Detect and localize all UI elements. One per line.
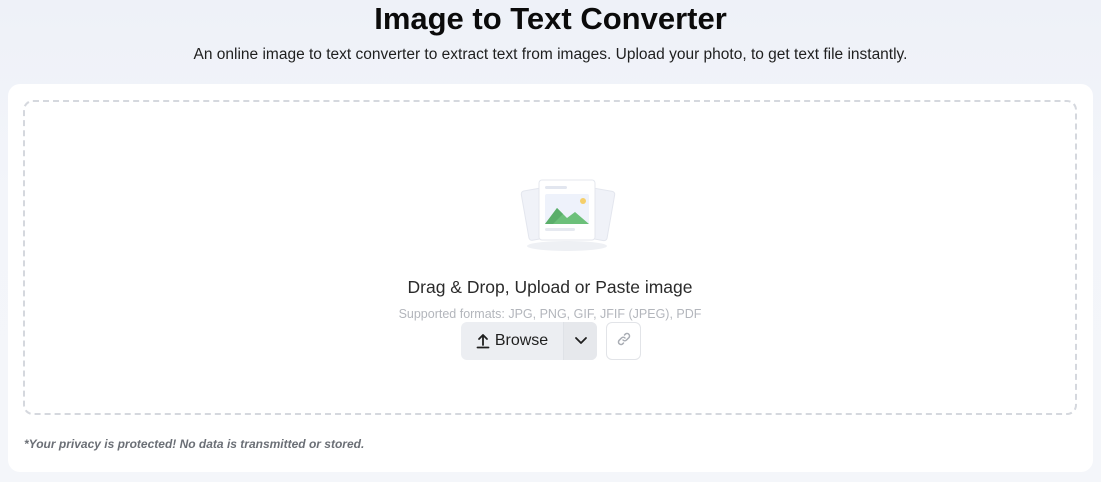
chevron-down-icon	[574, 332, 588, 350]
upload-arrow-icon	[476, 333, 490, 349]
privacy-note: *Your privacy is protected! No data is t…	[24, 437, 365, 451]
upload-from-url-button[interactable]	[606, 322, 641, 360]
browse-label: Browse	[494, 332, 549, 349]
drop-instructions: Drag & Drop, Upload or Paste image	[407, 277, 693, 297]
image-stack-icon	[513, 174, 621, 254]
link-icon	[616, 331, 632, 352]
upload-options-dropdown[interactable]	[564, 322, 597, 360]
supported-formats: Supported formats: JPG, PNG, GIF, JFIF (…	[398, 307, 702, 321]
browse-button-group: Browse	[461, 322, 597, 360]
upload-card: Drag & Drop, Upload or Paste image Suppo…	[8, 84, 1093, 472]
page-subtitle: An online image to text converter to ext…	[193, 46, 908, 63]
page-title: Image to Text Converter	[374, 1, 727, 36]
dropzone[interactable]: Drag & Drop, Upload or Paste image Suppo…	[23, 100, 1077, 415]
browse-button[interactable]: Browse	[461, 322, 563, 360]
